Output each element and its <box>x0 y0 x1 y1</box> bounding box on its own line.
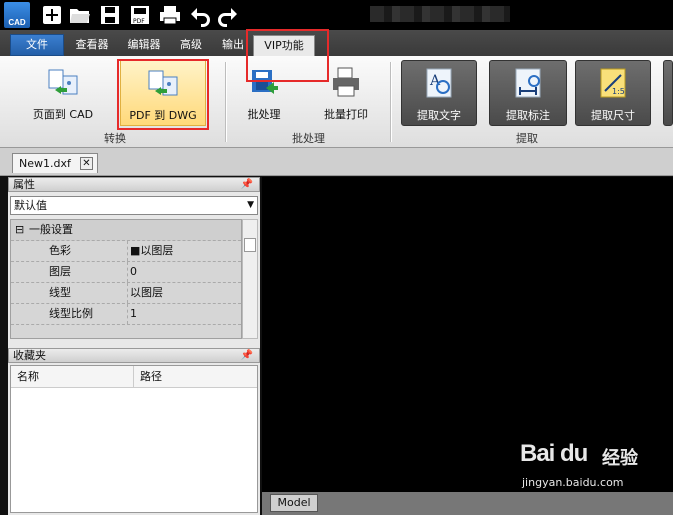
batch-print-icon <box>330 66 362 98</box>
column-header-name[interactable]: 名称 <box>17 366 39 388</box>
tab-output[interactable]: 输出 <box>216 35 250 56</box>
print-icon[interactable] <box>158 3 182 27</box>
section-label: 一般设置 <box>29 223 73 236</box>
redo-icon[interactable] <box>216 3 240 27</box>
annotation-highlight-pdf-to-dwg <box>117 59 209 130</box>
extract-size-icon: 1:5 <box>597 67 629 99</box>
page-to-cad-button[interactable]: 页面到 CAD <box>24 60 102 126</box>
properties-scrollbar[interactable] <box>242 219 258 339</box>
properties-title: 属性 <box>13 178 35 191</box>
baidu-watermark: Bai du 经验 jingyan.baidu.com <box>520 438 670 498</box>
extract-text-button[interactable]: A 提取文字 <box>401 60 477 126</box>
properties-grid: ⊟ 一般设置 色彩 ■以图层 图层 0 线型 以图层 线型比例 1 <box>10 219 242 339</box>
left-panel: 属性 📌 默认值 ▼ ⊟ 一般设置 色彩 ■以图层 图层 0 线型 以图层 线型… <box>8 177 260 515</box>
ribbon-separator <box>390 62 391 142</box>
properties-select[interactable]: 默认值 ▼ <box>10 196 258 215</box>
ribbon-tab-bar: 文件 查看器 编辑器 高级 输出 VIP功能 <box>0 30 673 56</box>
ribbon-separator <box>225 62 226 142</box>
favorites-panel-header: 收藏夹 📌 <box>8 348 260 363</box>
properties-select-value: 默认值 <box>14 199 47 212</box>
property-row[interactable]: 图层 0 <box>11 262 241 283</box>
property-key: 色彩 <box>49 244 71 257</box>
extract-text-label: 提取文字 <box>417 109 461 122</box>
property-value[interactable]: ■以图层 <box>127 241 173 261</box>
property-value[interactable]: 以图层 <box>127 283 163 303</box>
extract-dimension-icon <box>512 67 544 99</box>
svg-text:1:5: 1:5 <box>612 87 625 96</box>
watermark-url: jingyan.baidu.com <box>522 476 624 489</box>
window-title-redacted <box>370 6 510 22</box>
scrollbar-thumb[interactable] <box>244 238 256 252</box>
document-tab-strip: New1.dxf ✕ <box>0 148 673 176</box>
watermark-jingyan: 经验 <box>602 448 638 469</box>
favorites-title: 收藏夹 <box>13 349 46 362</box>
batch-process-label: 批处理 <box>247 108 281 121</box>
tab-model[interactable]: Model <box>270 494 318 512</box>
property-value[interactable]: 0 <box>127 262 137 282</box>
pin-icon[interactable]: 📌 <box>241 349 253 362</box>
open-icon[interactable] <box>68 3 92 27</box>
annotation-highlight-vip-tab <box>246 29 329 82</box>
undo-icon[interactable] <box>188 3 212 27</box>
pin-icon[interactable]: 📌 <box>241 178 253 191</box>
title-bar: CAD PDF <box>0 0 673 30</box>
svg-text:PDF: PDF <box>133 18 145 25</box>
column-header-path[interactable]: 路径 <box>133 366 162 388</box>
watermark-brand: Bai du <box>520 440 588 467</box>
extract-dimension-label: 提取标注 <box>506 109 550 122</box>
collapse-icon[interactable]: ⊟ <box>15 220 24 240</box>
extract-size-label: 提取尺寸 <box>591 109 635 122</box>
svg-text:A: A <box>429 73 441 89</box>
chevron-down-icon: ▼ <box>247 200 254 210</box>
page-to-cad-icon <box>47 66 79 98</box>
extract-dimension-button[interactable]: 提取标注 <box>489 60 567 126</box>
favorites-list[interactable]: 名称 路径 <box>10 365 258 513</box>
property-key: 线型比例 <box>49 307 93 320</box>
export-pdf-icon[interactable]: PDF <box>128 3 152 27</box>
group-label-batch: 批处理 <box>292 132 325 145</box>
tab-advanced[interactable]: 高级 <box>174 35 208 56</box>
new-icon[interactable] <box>40 3 64 27</box>
group-label-extract: 提取 <box>516 132 538 145</box>
close-icon[interactable]: ✕ <box>80 157 93 170</box>
tab-viewer[interactable]: 查看器 <box>68 35 116 56</box>
group-label-convert: 转换 <box>104 132 126 145</box>
app-logo-text: CAD <box>8 18 26 27</box>
page-to-cad-label: 页面到 CAD <box>32 108 94 121</box>
properties-panel-header: 属性 📌 <box>8 177 260 192</box>
property-value[interactable]: 1 <box>127 304 137 324</box>
app-logo-icon[interactable]: CAD <box>4 2 30 28</box>
batch-print-label: 批量打印 <box>324 108 368 121</box>
properties-section-row[interactable]: ⊟ 一般设置 <box>11 220 241 241</box>
tab-file[interactable]: 文件 <box>10 34 64 56</box>
ribbon-panel: 页面到 CAD PDF 到 DWG 转换 批处理 批量打印 批处理 A 提取文字… <box>0 56 673 148</box>
ribbon-overflow-button[interactable] <box>663 60 673 126</box>
property-key: 线型 <box>49 286 71 299</box>
property-row[interactable]: 线型比例 1 <box>11 304 241 325</box>
extract-size-button[interactable]: 1:5 提取尺寸 <box>575 60 651 126</box>
tab-editor[interactable]: 编辑器 <box>122 35 166 56</box>
property-row[interactable]: 色彩 ■以图层 <box>11 241 241 262</box>
save-icon[interactable] <box>98 3 122 27</box>
favorites-header: 名称 路径 <box>11 366 257 388</box>
property-row[interactable]: 线型 以图层 <box>11 283 241 304</box>
property-key: 图层 <box>49 265 71 278</box>
extract-text-icon: A <box>423 67 455 99</box>
